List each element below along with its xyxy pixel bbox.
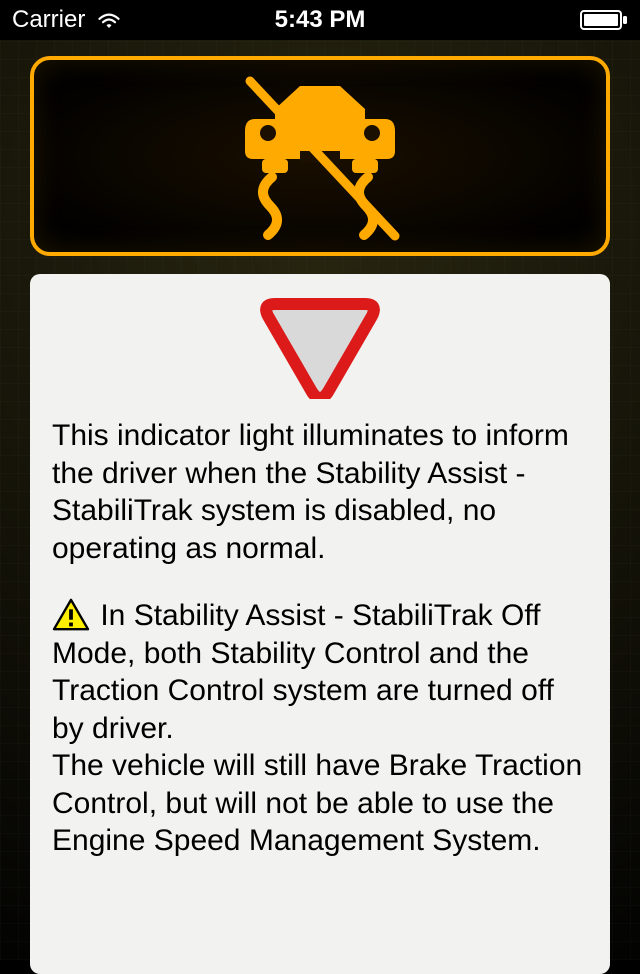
status-left: Carrier [12,6,123,34]
yield-icon [260,294,380,399]
battery-icon [580,10,628,30]
info-warning-text: In Stability Assist - StabiliTrak Off Mo… [52,599,554,745]
carrier-label: Carrier [12,6,85,34]
status-bar: Carrier 5:43 PM [0,0,640,40]
info-text: This indicator light illuminates to info… [52,417,588,860]
stability-off-icon [200,71,440,241]
page-content: This indicator light illuminates to info… [0,40,640,974]
info-paragraph-1: This indicator light illuminates to info… [52,417,588,567]
indicator-display [30,56,610,256]
warning-icon [52,598,90,632]
info-paragraph-3: The vehicle will still have Brake Tracti… [52,749,582,857]
info-warning-block: In Stability Assist - StabiliTrak Off Mo… [52,597,588,860]
status-right [580,10,628,30]
wifi-icon [95,10,123,30]
time-label: 5:43 PM [275,6,366,34]
info-card: This indicator light illuminates to info… [30,274,610,974]
yield-icon-container [52,294,588,399]
